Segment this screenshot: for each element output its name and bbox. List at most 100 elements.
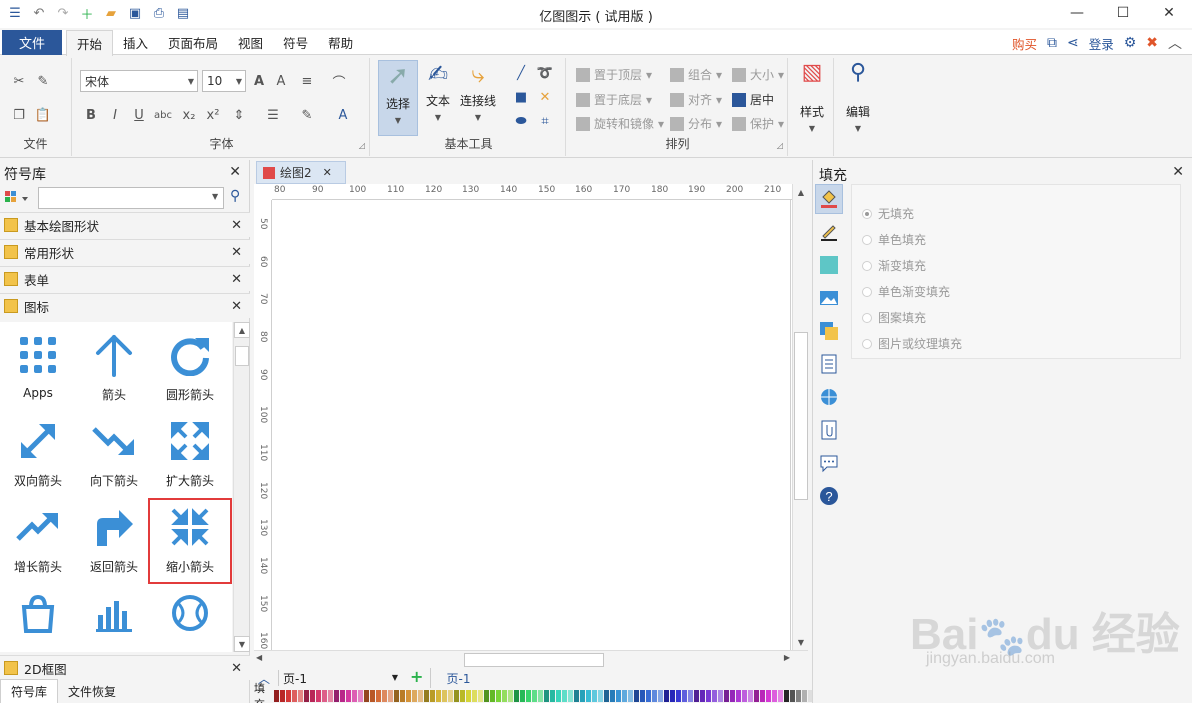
close-button[interactable]: ✕ [1146, 0, 1192, 26]
bring-to-front-button[interactable]: 置于顶层 ▾ [576, 66, 652, 83]
color-swatch[interactable] [550, 690, 555, 702]
color-swatch[interactable] [586, 690, 591, 702]
tab-symbol-library[interactable]: 符号库 [0, 679, 59, 703]
close-icon[interactable]: ✕ [323, 166, 332, 179]
page-select[interactable]: 页-1 ▼ [278, 670, 398, 686]
fill-option-picture[interactable]: 图片或纹理填充 [862, 335, 962, 352]
line-style-icon[interactable]: ⌒ [330, 72, 348, 91]
color-swatch[interactable] [526, 690, 531, 702]
color-swatch[interactable] [574, 690, 579, 702]
align-text-icon[interactable]: ≡ [298, 72, 316, 90]
close-icon[interactable]: ✕ [231, 245, 242, 260]
color-swatch[interactable] [796, 690, 801, 702]
color-swatch[interactable] [484, 690, 489, 702]
symbol-trend-down-arrow[interactable]: 向下箭头 [76, 408, 152, 494]
color-swatch[interactable] [448, 690, 453, 702]
color-swatch[interactable] [802, 690, 807, 702]
tab-symbols[interactable]: 符号 [273, 30, 318, 55]
color-swatch[interactable] [358, 690, 363, 702]
color-swatch[interactable] [496, 690, 501, 702]
scroll-left-icon[interactable]: ◀ [256, 653, 262, 662]
color-swatch[interactable] [634, 690, 639, 702]
paste-icon[interactable]: 📋 [34, 106, 52, 124]
color-swatch[interactable] [646, 690, 651, 702]
symbol-apps[interactable]: Apps [0, 322, 76, 408]
superscript-icon[interactable]: x² [204, 106, 222, 124]
rotate-mirror-button[interactable]: 旋转和镜像 ▾ [576, 115, 664, 132]
tab-drawing2[interactable]: 绘图2 ✕ [256, 161, 346, 184]
color-swatch[interactable] [412, 690, 417, 702]
color-swatch[interactable] [286, 690, 291, 702]
color-swatch[interactable] [394, 690, 399, 702]
color-swatch[interactable] [364, 690, 369, 702]
font-color-icon[interactable]: A [334, 106, 352, 124]
tab-insert[interactable]: 插入 [113, 30, 158, 55]
ellipse-icon[interactable]: ⬬ [512, 112, 530, 130]
size-button[interactable]: 大小 ▾ [732, 66, 784, 83]
color-swatch[interactable] [778, 690, 783, 702]
color-swatch[interactable] [340, 690, 345, 702]
color-swatch[interactable] [790, 690, 795, 702]
color-swatch[interactable] [754, 690, 759, 702]
search-input[interactable] [38, 187, 224, 209]
close-icon[interactable]: ✕ [229, 164, 241, 180]
crop-icon[interactable]: ⌗ [536, 112, 554, 130]
color-swatch[interactable] [766, 690, 771, 702]
group-button[interactable]: 组合 ▾ [670, 66, 722, 83]
line-pen-icon[interactable] [815, 217, 843, 247]
line-icon[interactable]: ╱ [512, 64, 530, 82]
category-2d-block[interactable]: 2D框图 ✕ [0, 655, 250, 680]
italic-icon[interactable]: I [106, 106, 124, 124]
color-swatch[interactable] [736, 690, 741, 702]
color-swatch[interactable] [532, 690, 537, 702]
fill-option-none[interactable]: 无填充 [862, 205, 914, 222]
image-icon[interactable] [815, 283, 843, 313]
canvas-horizontal-scrollbar[interactable]: ◀ ▶ [254, 650, 808, 668]
tab-home[interactable]: 开始 [66, 30, 114, 56]
category-common-shapes[interactable]: 常用形状 ✕ [0, 239, 250, 264]
color-palette[interactable] [274, 690, 814, 702]
color-swatch[interactable] [694, 690, 699, 702]
color-swatch[interactable] [406, 690, 411, 702]
color-swatch[interactable] [274, 690, 279, 702]
color-swatch[interactable] [658, 690, 663, 702]
color-swatch[interactable] [400, 690, 405, 702]
close-icon[interactable]: ✕ [1172, 164, 1184, 180]
fill-bucket-icon[interactable] [815, 184, 843, 214]
color-swatch[interactable] [610, 690, 615, 702]
close-icon[interactable]: ✕ [231, 299, 242, 314]
color-swatch[interactable] [298, 690, 303, 702]
color-swatch[interactable] [700, 690, 705, 702]
color-swatch[interactable] [454, 690, 459, 702]
color-swatch[interactable] [490, 690, 495, 702]
canvas-vertical-scrollbar[interactable]: ▲ ▼ [792, 184, 808, 650]
color-swatch[interactable] [622, 690, 627, 702]
color-swatch[interactable] [370, 690, 375, 702]
color-swatch[interactable] [508, 690, 513, 702]
category-basic-shapes[interactable]: 基本绘图形状 ✕ [0, 212, 250, 237]
search-icon[interactable]: ⚲ [230, 188, 240, 204]
close-icon[interactable]: ✕ [231, 661, 242, 676]
color-swatch[interactable] [352, 690, 357, 702]
scroll-up-icon[interactable]: ▲ [234, 322, 250, 338]
document-icon[interactable] [815, 349, 843, 379]
color-swatch[interactable] [676, 690, 681, 702]
color-swatch[interactable] [376, 690, 381, 702]
color-swatch[interactable] [724, 690, 729, 702]
scroll-down-icon[interactable]: ▼ [793, 634, 809, 650]
color-swatch[interactable] [706, 690, 711, 702]
send-to-back-button[interactable]: 置于底层 ▾ [576, 91, 652, 108]
color-swatch[interactable] [418, 690, 423, 702]
color-swatch[interactable] [346, 690, 351, 702]
color-swatch[interactable] [652, 690, 657, 702]
scroll-down-icon[interactable]: ▼ [234, 636, 250, 652]
library-icon[interactable] [4, 189, 32, 207]
scroll-thumb[interactable] [235, 346, 249, 366]
shrink-font-icon[interactable]: A [272, 72, 290, 90]
color-swatch[interactable] [748, 690, 753, 702]
copy-icon[interactable]: ❐ [10, 106, 28, 124]
grow-font-icon[interactable]: A [250, 72, 268, 90]
strikethrough-icon[interactable]: abc [154, 106, 172, 124]
color-swatch[interactable] [562, 690, 567, 702]
color-swatch[interactable] [730, 690, 735, 702]
